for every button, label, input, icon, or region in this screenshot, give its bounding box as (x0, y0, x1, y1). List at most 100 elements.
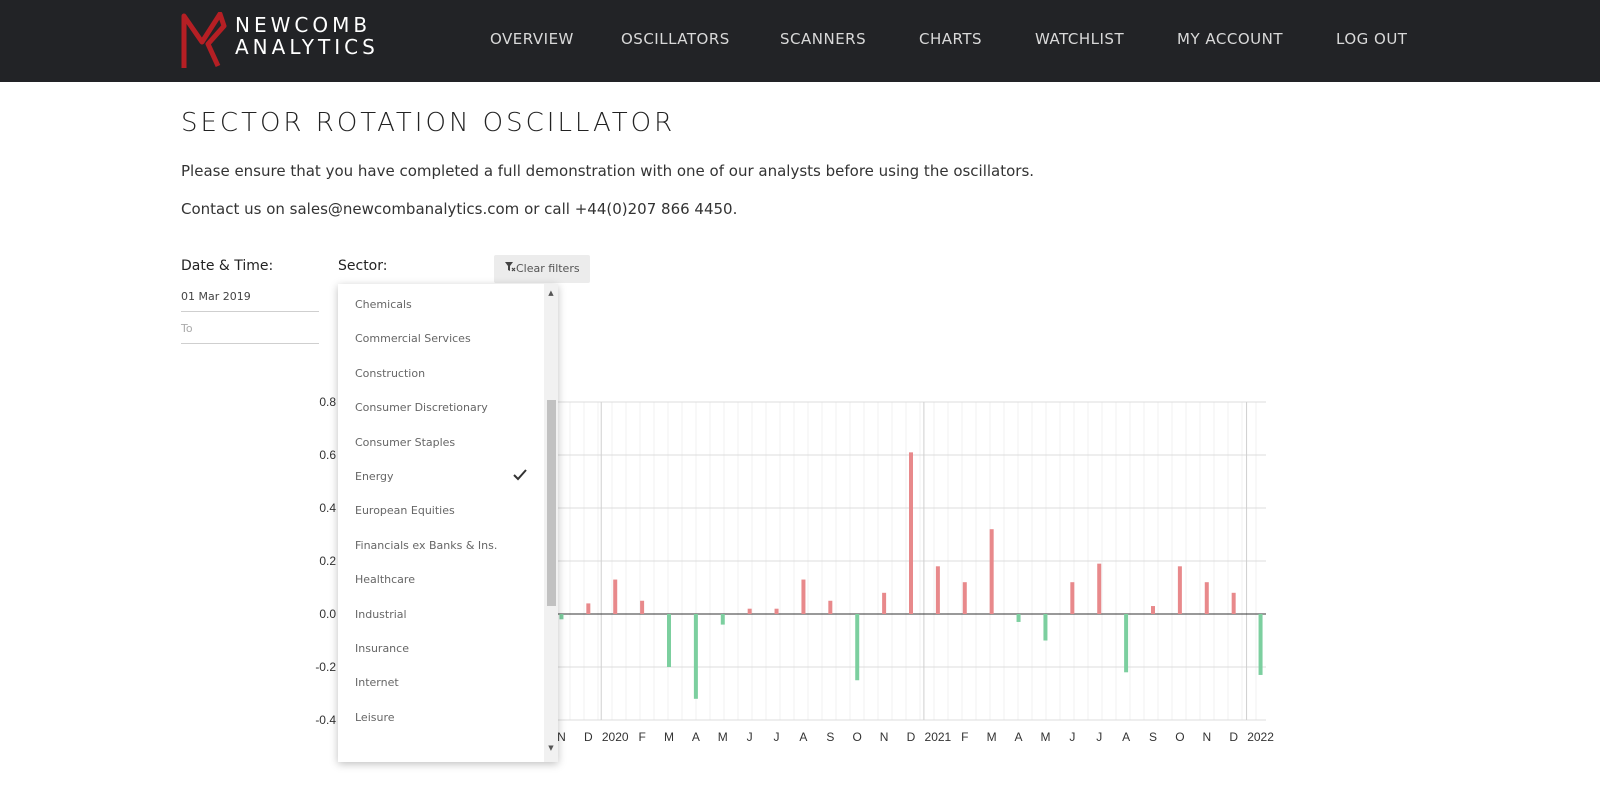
oscillator-bar (882, 592, 887, 614)
oscillator-bar (1258, 614, 1263, 675)
oscillator-bar (1151, 606, 1155, 614)
y-tick-label: -0.2 (315, 660, 336, 674)
filter-clear-icon (505, 262, 516, 272)
x-tick-label: J (747, 730, 753, 744)
x-tick-label: 2022 (1247, 730, 1274, 744)
oscillator-bar (586, 603, 591, 614)
sector-option[interactable]: Leisure (355, 711, 395, 724)
newcomb-analytics-logo[interactable]: NEWCOMB ANALYTICS (180, 12, 390, 70)
sector-option[interactable]: Construction (355, 367, 425, 380)
oscillator-bar (747, 608, 752, 614)
oscillator-bar (1097, 563, 1102, 614)
x-tick-label: F (961, 730, 968, 744)
sector-option[interactable]: European Equities (355, 504, 455, 517)
logo-line-1: NEWCOMB (235, 13, 372, 37)
x-tick-label: F (638, 730, 645, 744)
oscillator-bar (1177, 566, 1182, 614)
scroll-down-arrow-icon[interactable]: ▼ (547, 744, 555, 752)
intro-contact-text: Contact us on sales@newcombanalytics.com… (181, 200, 738, 218)
oscillator-bar (1043, 614, 1048, 641)
scrollbar-thumb[interactable] (547, 400, 556, 606)
x-tick-label: D (584, 730, 593, 744)
x-tick-label: 2020 (602, 730, 629, 744)
sector-option[interactable]: Healthcare (355, 573, 415, 586)
x-tick-label: J (1096, 730, 1102, 744)
x-tick-label: J (774, 730, 780, 744)
oscillator-bar (1070, 582, 1075, 614)
sector-dropdown-menu[interactable]: Chemicals Commercial Services Construction… (338, 284, 558, 762)
x-tick-label: S (826, 730, 834, 744)
nav-scanners[interactable]: SCANNERS (780, 30, 866, 48)
x-tick-label: M (664, 730, 674, 744)
sector-option[interactable]: Consumer Discretionary (355, 401, 488, 414)
sector-option[interactable]: Industrial (355, 608, 407, 621)
logo-line-2: ANALYTICS (235, 35, 379, 59)
y-tick-label: 0.6 (319, 448, 336, 462)
x-tick-label: A (799, 730, 807, 744)
clear-filters-button[interactable]: Clear filters (494, 255, 590, 283)
oscillator-bar (909, 452, 913, 614)
y-tick-label: 0.0 (319, 607, 336, 621)
logo-text: NEWCOMB ANALYTICS (235, 14, 379, 58)
oscillator-bar (935, 566, 940, 614)
oscillator-bar (1124, 614, 1129, 673)
x-tick-label: N (1202, 730, 1211, 744)
oscillator-bar (855, 614, 860, 681)
scroll-up-arrow-icon[interactable]: ▲ (547, 289, 555, 297)
date-time-label: Date & Time: (181, 258, 274, 274)
clear-filters-label: Clear filters (516, 262, 580, 275)
x-tick-label: O (1175, 730, 1184, 744)
x-tick-label: A (1122, 730, 1130, 744)
nav-charts[interactable]: CHARTS (919, 30, 982, 48)
sector-option[interactable]: Financials ex Banks & Ins. (355, 539, 497, 552)
oscillator-bar (1231, 592, 1236, 614)
y-tick-label: 0.2 (319, 554, 336, 568)
selected-check-icon (513, 469, 527, 481)
oscillator-bar (989, 529, 994, 614)
newcomb-logo-mark-icon (181, 12, 227, 68)
x-tick-label: A (692, 730, 700, 744)
x-tick-label: M (1040, 730, 1050, 744)
sector-option[interactable]: Consumer Staples (355, 436, 455, 449)
top-navigation-bar: NEWCOMB ANALYTICS OVERVIEW OSCILLATORS S… (0, 0, 1600, 82)
x-tick-label: D (907, 730, 916, 744)
sector-label: Sector: (338, 258, 388, 274)
x-tick-label: D (1229, 730, 1238, 744)
x-tick-label: O (853, 730, 862, 744)
oscillator-bar (667, 614, 671, 667)
x-tick-label: N (880, 730, 889, 744)
sector-option[interactable]: Energy (355, 470, 394, 483)
date-from-input[interactable]: 01 Mar 2019 (181, 286, 319, 312)
nav-my-account[interactable]: MY ACCOUNT (1177, 30, 1283, 48)
sector-option[interactable]: Commercial Services (355, 332, 471, 345)
x-tick-label: N (557, 730, 566, 744)
x-tick-label: 2021 (925, 730, 952, 744)
nav-log-out[interactable]: LOG OUT (1336, 30, 1407, 48)
sector-option[interactable]: Chemicals (355, 298, 412, 311)
date-to-input[interactable]: To (181, 318, 319, 344)
nav-overview[interactable]: OVERVIEW (490, 30, 574, 48)
oscillator-bar (613, 579, 618, 614)
y-tick-label: -0.4 (315, 713, 336, 727)
sector-option[interactable]: Insurance (355, 642, 409, 655)
oscillator-bar (801, 579, 806, 614)
x-tick-label: M (987, 730, 997, 744)
intro-demonstration-text: Please ensure that you have completed a … (181, 162, 1035, 180)
nav-watchlist[interactable]: WATCHLIST (1035, 30, 1124, 48)
dropdown-scrollbar[interactable]: ▲ ▼ (544, 284, 558, 762)
oscillator-bar (774, 608, 779, 614)
oscillator-bar (828, 600, 833, 614)
sector-option[interactable]: Internet (355, 676, 399, 689)
x-tick-label: M (718, 730, 728, 744)
page-title: SECTOR ROTATION OSCILLATOR (181, 108, 676, 138)
oscillator-bar (1016, 614, 1021, 622)
x-tick-label: S (1149, 730, 1157, 744)
x-tick-label: J (1069, 730, 1075, 744)
oscillator-bar (1204, 582, 1209, 614)
oscillator-bar (720, 614, 725, 625)
oscillator-bar (559, 614, 564, 620)
nav-oscillators[interactable]: OSCILLATORS (621, 30, 730, 48)
y-tick-label: 0.8 (319, 395, 336, 409)
x-tick-label: A (1015, 730, 1023, 744)
oscillator-bar (640, 600, 645, 614)
